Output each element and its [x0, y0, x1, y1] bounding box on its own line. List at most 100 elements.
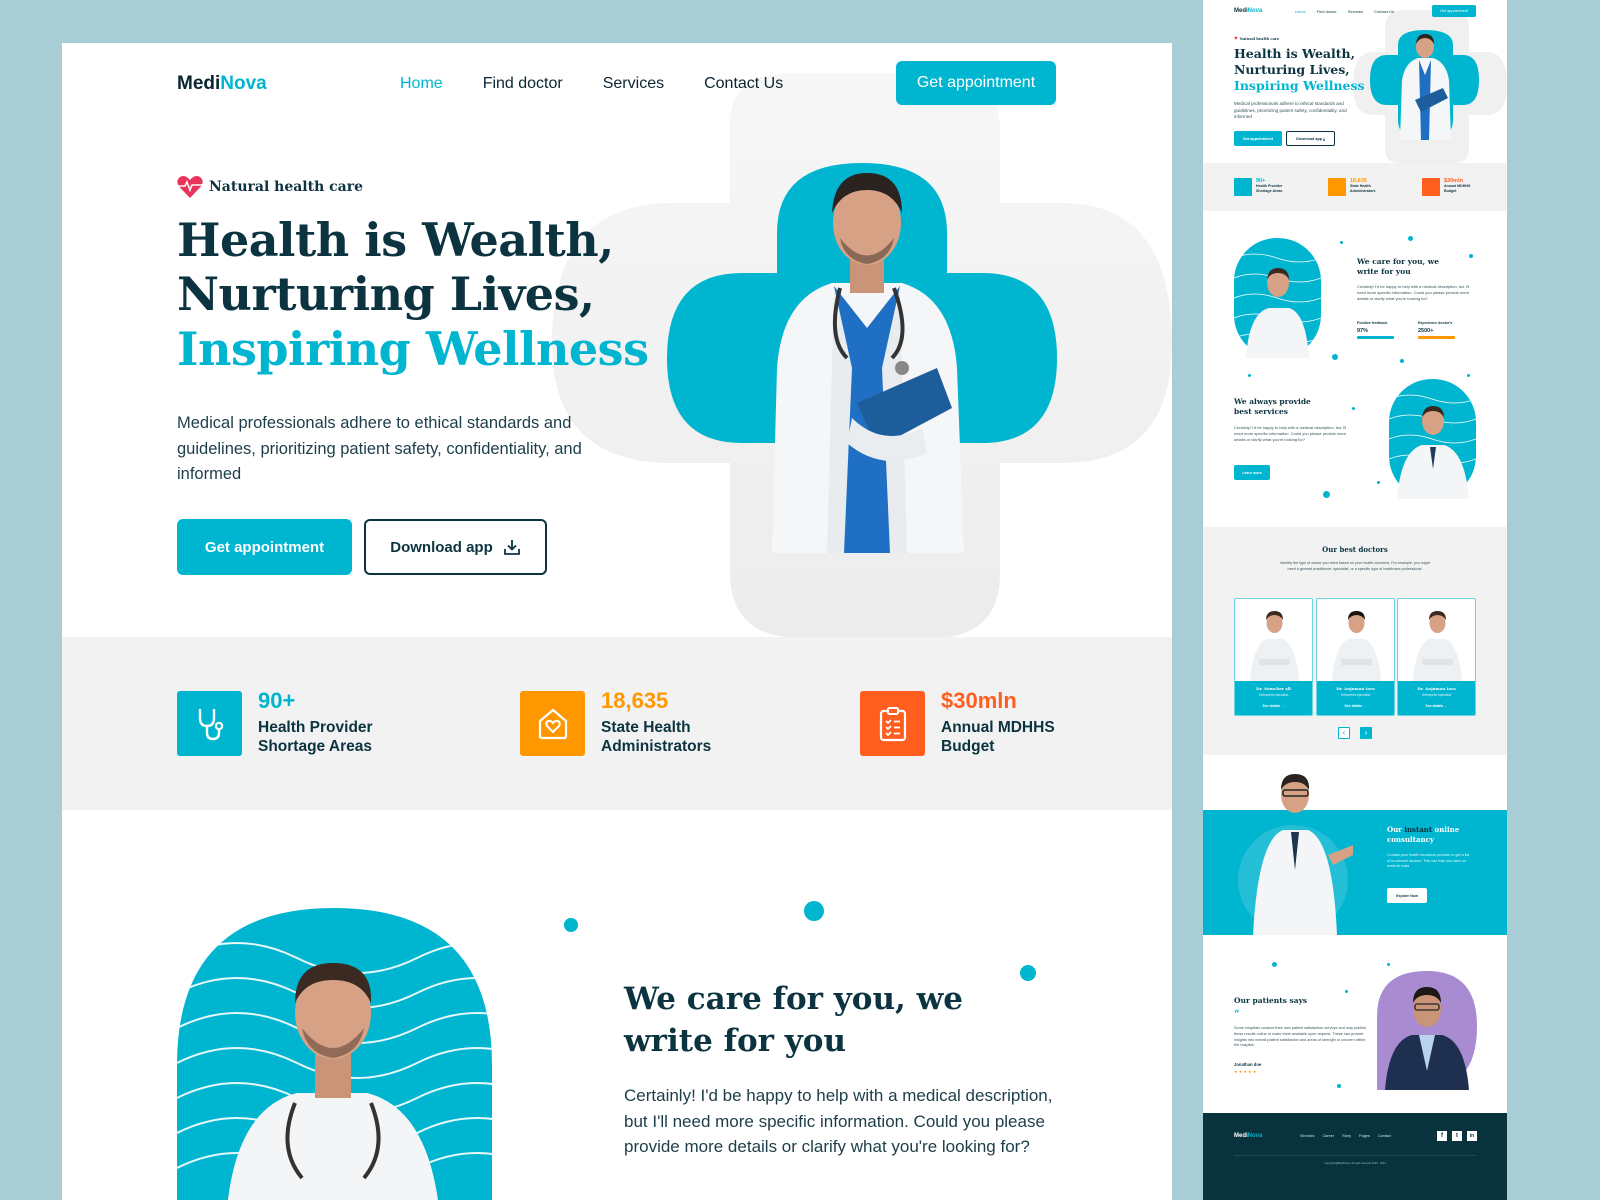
preview-services-title: We always provide best services	[1234, 397, 1311, 416]
preview-get-appointment-button[interactable]: Get appointment	[1234, 131, 1282, 146]
rating-stars: ★ ★ ★ ★ ★	[1234, 1069, 1257, 1074]
preview-services-doctor-image	[1389, 379, 1476, 499]
doctor-card[interactable]: Dr. Somcher ali Orthopedic specialist Se…	[1234, 598, 1313, 716]
preview-care-services: We care for you, we write for you Certain…	[1203, 211, 1507, 527]
footer-divider	[1234, 1155, 1476, 1156]
decor-dot	[1352, 407, 1355, 410]
preview-nav: Home Find doctor Services Contact Us	[1295, 9, 1394, 14]
preview-doctors-title: Our best doctors	[1322, 545, 1388, 554]
doctor-photo	[1413, 611, 1462, 681]
preview-download-app-button[interactable]: Download app ⤓	[1286, 131, 1335, 146]
preview-footer-links: Services Career Story Pages Contact	[1300, 1134, 1391, 1138]
heart-pulse-icon: ♥	[1234, 36, 1238, 42]
stat-value: $30mln	[941, 688, 1017, 713]
footer-link-services[interactable]: Services	[1300, 1134, 1315, 1138]
see-details-link[interactable]: See details →	[1398, 704, 1475, 708]
nav-get-appointment-button[interactable]: Get appointment	[896, 61, 1056, 105]
preview-testimonial-person-image	[1377, 971, 1477, 1090]
nav-services[interactable]: Services	[603, 75, 664, 93]
decor-dot	[1400, 359, 1404, 363]
preview-stat-item: 90+ Health Provider Shortage Areas	[1234, 178, 1283, 196]
see-details-link[interactable]: See details →	[1235, 704, 1312, 708]
footer-link-pages[interactable]: Pages	[1359, 1134, 1370, 1138]
preview-hero-tag: ♥ Natural health care	[1234, 36, 1280, 42]
preview-care-stat: Experience doctor's 2500+	[1418, 321, 1462, 339]
stat-label: State Health Administrators	[601, 719, 712, 755]
main-nav: Home Find doctor Services Contact Us	[400, 75, 783, 93]
download-app-button[interactable]: Download app	[364, 519, 547, 575]
hero-title: Health is Wealth, Nurturing Lives, Inspi…	[177, 213, 649, 376]
preview-learn-more-button[interactable]: Learn more	[1234, 465, 1270, 480]
clipboard-checklist-icon	[860, 691, 925, 756]
decor-dot	[1467, 374, 1470, 377]
home-heart-icon	[1328, 178, 1346, 196]
preview-logo[interactable]: MediNova	[1234, 8, 1262, 14]
see-details-link[interactable]: See details →	[1317, 704, 1394, 708]
quote-icon: “	[1234, 1009, 1240, 1020]
brand-logo[interactable]: MediNova	[177, 73, 267, 95]
preview-nav-cta[interactable]: Get appointment	[1432, 5, 1476, 17]
brand-prefix: Medi	[177, 73, 221, 94]
preview-hero-description: Medical professionals adhere to ethical …	[1234, 101, 1347, 119]
preview-services-description: Certainly! I'd be happy to help with a m…	[1234, 425, 1347, 442]
twitter-icon[interactable]: t	[1452, 1131, 1462, 1141]
hero-tag-label: Natural health care	[209, 179, 364, 195]
doctor-name: Dr. Anjuman tara	[1336, 686, 1375, 691]
preview-testimonial-section: Our patients says “ Some hospitals condu…	[1203, 935, 1507, 1113]
preview-footer-logo[interactable]: MediNova	[1234, 1133, 1262, 1139]
footer-link-career[interactable]: Career	[1323, 1134, 1335, 1138]
decor-dot	[1345, 990, 1348, 993]
preview-carousel-next-button[interactable]: ›	[1360, 727, 1372, 739]
care-title: We care for you, we write for you	[624, 981, 963, 1059]
facebook-icon[interactable]: f	[1437, 1131, 1447, 1141]
preview-consultancy-description: Contact your health insurance provider t…	[1387, 853, 1470, 868]
doctor-photo	[1250, 611, 1299, 681]
preview-explore-now-button[interactable]: Explore Now	[1387, 888, 1427, 903]
decor-dot	[1337, 1084, 1341, 1088]
doctor-specialty: Orthopedic specialist	[1421, 693, 1452, 697]
nav-home[interactable]: Home	[400, 75, 443, 93]
preview-doctors-description: Identify the type of doctor you need bas…	[1280, 561, 1430, 571]
preview-care-stat: Positive feedback 97%	[1357, 321, 1397, 339]
preview-consultancy-doctor-image	[1238, 774, 1353, 935]
hero-get-appointment-button[interactable]: Get appointment	[177, 519, 352, 575]
footer-link-contact[interactable]: Contact	[1378, 1134, 1391, 1138]
preview-nav-contact[interactable]: Contact Us	[1374, 9, 1394, 14]
preview-care-doctor-image	[1234, 238, 1321, 358]
doctor-card[interactable]: Dr. Anjuman tara Orthopedic specialist S…	[1316, 598, 1395, 716]
stats-band: 90+ Health Provider Shortage Areas 18,635…	[62, 637, 1172, 810]
brand-suffix: Nova	[220, 73, 267, 94]
download-icon	[503, 540, 520, 555]
preview-stat-item: 18,635 State Health Administrators	[1328, 178, 1376, 196]
nav-contact-us[interactable]: Contact Us	[704, 75, 783, 93]
preview-footer: MediNova Services Career Story Pages Con…	[1203, 1113, 1507, 1200]
preview-nav-find-doctor[interactable]: Find doctor	[1317, 9, 1337, 14]
doctor-name: Dr. Somcher ali	[1256, 686, 1291, 691]
preview-hero-title: Health is Wealth, Nurturing Lives, Inspiri…	[1234, 46, 1365, 93]
preview-nav-services[interactable]: Services	[1348, 9, 1363, 14]
stat-label: Annual MDHHS Budget	[941, 719, 1055, 755]
stat-item: $30mln Annual MDHHS Budget	[860, 688, 1055, 756]
social-links: f t in	[1437, 1131, 1477, 1141]
stat-value: 18,635	[601, 688, 669, 713]
doctor-card[interactable]: Dr. Anjuman tara Orthopedic specialist S…	[1397, 598, 1476, 716]
preview-carousel-prev-button[interactable]: ‹	[1338, 727, 1350, 739]
preview-nav-home[interactable]: Home	[1295, 9, 1306, 14]
stat-item: 18,635 State Health Administrators	[520, 688, 712, 756]
preview-doctors-section: Our best doctors Identify the type of do…	[1203, 527, 1507, 755]
decor-dot	[1248, 374, 1251, 377]
decor-dot	[1272, 962, 1277, 967]
preview-consultancy-section: Our instant online consultancy Contact y…	[1203, 755, 1507, 935]
hero-tag: Natural health care	[177, 175, 363, 199]
decor-dot	[1377, 481, 1380, 484]
preview-testimonial-title: Our patients says	[1234, 996, 1308, 1005]
footer-link-story[interactable]: Story	[1342, 1134, 1351, 1138]
nav-find-doctor[interactable]: Find doctor	[483, 75, 563, 93]
preview-testimonial-text: Some hospitals conduct their own patient…	[1234, 1026, 1367, 1048]
download-app-label: Download app	[390, 538, 493, 556]
decor-dot	[1323, 491, 1330, 498]
linkedin-icon[interactable]: in	[1467, 1131, 1477, 1141]
preview-testimonial-author: Jonathan doe	[1234, 1062, 1262, 1067]
stethoscope-icon	[177, 691, 242, 756]
stat-label: Health Provider Shortage Areas	[258, 719, 373, 755]
